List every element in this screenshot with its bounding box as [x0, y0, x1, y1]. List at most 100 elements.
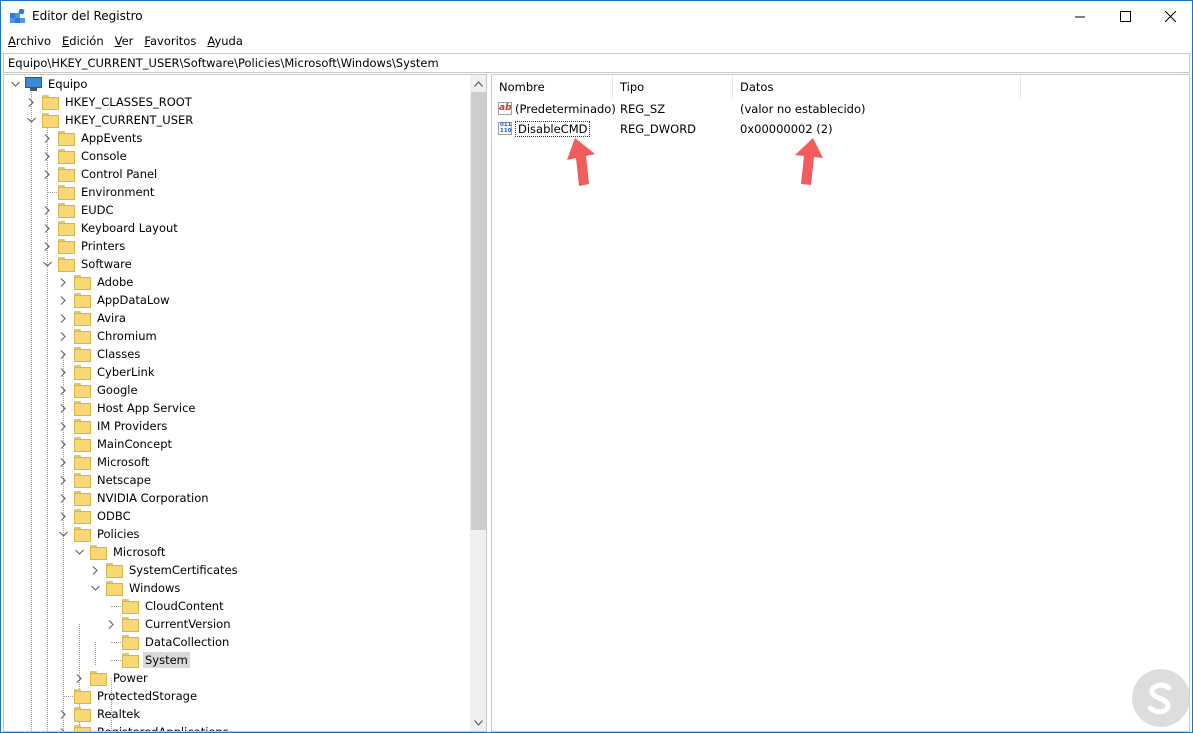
tree-item[interactable]: Realtek [58, 705, 142, 723]
menu-archivo[interactable]: Archivo [4, 32, 55, 52]
scrollbar-thumb[interactable] [471, 92, 486, 530]
chevron-right-icon[interactable] [58, 471, 68, 489]
chevron-right-icon[interactable] [26, 93, 36, 111]
chevron-right-icon[interactable] [90, 561, 100, 579]
tree-item-label: Policies [97, 527, 140, 541]
tree-item[interactable]: AppDataLow [58, 291, 172, 309]
chevron-right-icon[interactable] [58, 345, 68, 363]
tree-item[interactable]: ProtectedStorage [58, 687, 199, 705]
scroll-up-icon[interactable] [470, 75, 486, 92]
tree-item[interactable]: Environment [42, 183, 156, 201]
chevron-right-icon[interactable] [58, 381, 68, 399]
chevron-right-icon[interactable] [42, 165, 52, 183]
address-bar[interactable]: Equipo\HKEY_CURRENT_USER\Software\Polici… [3, 53, 1190, 73]
close-button[interactable] [1147, 1, 1193, 31]
chevron-right-icon[interactable] [58, 417, 68, 435]
tree-item[interactable]: Chromium [58, 327, 159, 345]
tree-item-label: Windows [129, 581, 181, 595]
chevron-right-icon[interactable] [58, 507, 68, 525]
tree-item[interactable]: MainConcept [58, 435, 174, 453]
chevron-down-icon[interactable] [42, 255, 52, 273]
chevron-right-icon[interactable] [106, 615, 116, 633]
tree-item[interactable]: SystemCertificates [90, 561, 240, 579]
tree-item-equipo[interactable]: Equipo [10, 75, 89, 93]
tree-item-label: HKEY_CURRENT_USER [65, 113, 194, 127]
tree-item[interactable]: Printers [42, 237, 127, 255]
tree-item[interactable]: Power [74, 669, 150, 687]
tree-item[interactable]: Avira [58, 309, 128, 327]
chevron-right-icon[interactable] [58, 705, 68, 723]
tree-item[interactable]: HKEY_CLASSES_ROOT [26, 93, 194, 111]
menu-ver[interactable]: Ver [111, 32, 138, 52]
tree-item-label: Equipo [48, 77, 88, 91]
tree-item[interactable]: Software [42, 255, 134, 273]
tree-item-label: Microsoft [97, 455, 150, 469]
tree-item[interactable]: RegisteredApplications [58, 723, 231, 731]
folder-icon [122, 635, 139, 650]
tree-item[interactable]: Policies [58, 525, 142, 543]
menu-edicion[interactable]: Edición [58, 32, 108, 52]
tree-vertical-scrollbar[interactable] [470, 75, 486, 731]
tree-item[interactable]: ODBC [58, 507, 133, 525]
scroll-down-icon[interactable] [470, 714, 486, 731]
tree-item[interactable]: Microsoft [58, 453, 151, 471]
tree-item[interactable]: EUDC [42, 201, 116, 219]
menu-ayuda[interactable]: Ayuda [203, 32, 247, 52]
no-expander [58, 687, 68, 705]
tree-item[interactable]: Windows [90, 579, 182, 597]
tree-item[interactable]: AppEvents [42, 129, 144, 147]
chevron-down-icon[interactable] [58, 525, 68, 543]
tree-item-label: Microsoft [113, 545, 166, 559]
chevron-right-icon[interactable] [58, 435, 68, 453]
tree-item[interactable]: CurrentVersion [106, 615, 232, 633]
chevron-right-icon[interactable] [58, 291, 68, 309]
chevron-right-icon[interactable] [42, 237, 52, 255]
tree-item[interactable]: Google [58, 381, 140, 399]
chevron-right-icon[interactable] [58, 489, 68, 507]
tree-item[interactable]: Host App Service [58, 399, 197, 417]
chevron-right-icon[interactable] [58, 363, 68, 381]
close-icon [1164, 10, 1176, 22]
title-bar[interactable]: Editor del Registro [1, 1, 1192, 32]
tree-item[interactable]: Microsoft [74, 543, 167, 561]
chevron-right-icon[interactable] [58, 723, 68, 731]
chevron-right-icon[interactable] [58, 453, 68, 471]
column-header-datos[interactable]: Datos [733, 75, 1021, 99]
tree-item[interactable]: Netscape [58, 471, 153, 489]
tree-item[interactable]: System [106, 651, 190, 669]
chevron-right-icon[interactable] [42, 129, 52, 147]
folder-icon [42, 113, 59, 128]
minimize-button[interactable] [1057, 1, 1103, 31]
tree-item[interactable]: Classes [58, 345, 142, 363]
chevron-right-icon[interactable] [58, 399, 68, 417]
key-tree-pane[interactable]: Equipo HKEY_CLASSES_ROOT HKEY_CURRENT_USER… [3, 74, 487, 732]
menu-favoritos[interactable]: Favoritos [140, 32, 200, 52]
chevron-right-icon[interactable] [58, 273, 68, 291]
tree-item[interactable]: HKEY_CURRENT_USER [26, 111, 195, 129]
tree-item[interactable]: CloudContent [106, 597, 226, 615]
chevron-down-icon[interactable] [26, 111, 36, 129]
chevron-down-icon[interactable] [74, 543, 84, 561]
tree-item[interactable]: Adobe [58, 273, 135, 291]
chevron-right-icon[interactable] [42, 147, 52, 165]
tree-item[interactable]: CyberLink [58, 363, 157, 381]
column-header-nombre[interactable]: Nombre [492, 75, 613, 99]
chevron-right-icon[interactable] [74, 669, 84, 687]
chevron-down-icon[interactable] [10, 75, 20, 93]
list-item[interactable]: 011 110 DisableCMD REG_DWORD 0x00000002 (… [492, 119, 833, 138]
chevron-right-icon[interactable] [42, 219, 52, 237]
chevron-right-icon[interactable] [42, 201, 52, 219]
tree-item[interactable]: Console [42, 147, 129, 165]
dword-value-icon: 011 110 [498, 122, 512, 135]
column-header-tipo[interactable]: Tipo [613, 75, 733, 99]
tree-item[interactable]: Keyboard Layout [42, 219, 180, 237]
tree-item[interactable]: IM Providers [58, 417, 169, 435]
maximize-button[interactable] [1102, 1, 1148, 31]
chevron-right-icon[interactable] [58, 327, 68, 345]
tree-item[interactable]: NVIDIA Corporation [58, 489, 211, 507]
tree-item[interactable]: DataCollection [106, 633, 231, 651]
tree-item[interactable]: Control Panel [42, 165, 159, 183]
chevron-right-icon[interactable] [58, 309, 68, 327]
list-item[interactable]: ab (Predeterminado) REG_SZ (valor no est… [492, 99, 865, 118]
chevron-down-icon[interactable] [90, 579, 100, 597]
